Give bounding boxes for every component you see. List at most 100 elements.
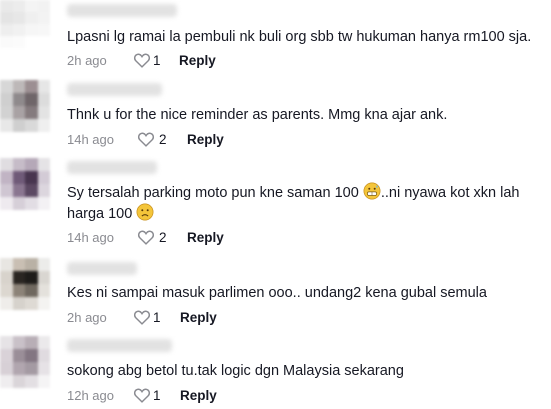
avatar-pixel [0, 171, 13, 184]
comment-text: sokong abg betol tu.tak logic dgn Malays… [67, 363, 404, 379]
avatar-pixel [37, 184, 50, 197]
reply-button[interactable]: Reply [187, 230, 224, 245]
avatar[interactable] [0, 0, 50, 48]
comment-time: 2h ago [67, 310, 107, 325]
avatar-pixel [0, 375, 13, 388]
avatar-pixel [37, 36, 50, 48]
username-blurred[interactable] [67, 161, 157, 174]
comment-time: 14h ago [67, 230, 114, 245]
avatar-pixel [12, 284, 25, 297]
username-blurred[interactable] [67, 83, 162, 96]
avatar-pixel [0, 93, 13, 106]
avatar-pixel [12, 24, 25, 36]
avatar-pixel [0, 258, 13, 271]
avatar-pixel [37, 171, 50, 184]
avatar-pixel [37, 375, 50, 388]
heart-icon[interactable] [137, 131, 155, 147]
avatar-pixel [25, 119, 38, 132]
avatar-pixel [25, 184, 38, 197]
avatar-pixel [0, 80, 13, 93]
avatar-pixel [25, 349, 38, 362]
avatar-pixel [37, 119, 50, 132]
reply-button[interactable]: Reply [187, 132, 224, 147]
avatar-pixel [12, 93, 25, 106]
avatar-pixel [0, 197, 13, 210]
avatar-pixel [37, 349, 50, 362]
avatar-pixel [25, 258, 38, 271]
comment-text: Kes ni sampai masuk parlimen ooo.. undan… [67, 285, 487, 301]
avatar-pixel [25, 362, 38, 375]
avatar-pixel [0, 12, 13, 24]
comment-text: Sy tersalah parking moto pun kne saman 1… [67, 182, 543, 224]
avatar-pixel [37, 271, 50, 284]
avatar-pixel [25, 271, 38, 284]
avatar-pixel [25, 12, 38, 24]
username-blurred[interactable] [67, 339, 172, 352]
comment-text: Thnk u for the nice reminder as parents.… [67, 107, 448, 123]
avatar-pixel [0, 24, 13, 36]
avatar-pixel [12, 80, 25, 93]
avatar-pixel [12, 184, 25, 197]
avatar-pixel [12, 119, 25, 132]
avatar-pixel [12, 171, 25, 184]
avatar-pixel [25, 93, 38, 106]
avatar-pixel [37, 106, 50, 119]
avatar-pixel [0, 349, 13, 362]
avatar-pixel [25, 171, 38, 184]
avatar-pixel [12, 36, 25, 48]
avatar-pixel [25, 24, 38, 36]
avatar-pixel [0, 297, 13, 310]
avatar-pixel [37, 336, 50, 349]
like-count: 1 [153, 388, 161, 403]
avatar-pixel [25, 284, 38, 297]
avatar-pixel [0, 271, 13, 284]
avatar-pixel [0, 158, 13, 171]
avatar-pixel [25, 297, 38, 310]
avatar-pixel [0, 284, 13, 297]
avatar-pixel [25, 0, 38, 12]
avatar-pixel [37, 258, 50, 271]
avatar-pixel [37, 197, 50, 210]
avatar-pixel [37, 93, 50, 106]
avatar[interactable] [0, 80, 50, 132]
avatar-pixel [25, 106, 38, 119]
avatar-pixel [25, 197, 38, 210]
heart-icon[interactable] [133, 387, 151, 403]
comment-text-part: Sy tersalah parking moto pun kne saman 1… [67, 185, 363, 201]
avatar-pixel [12, 106, 25, 119]
heart-icon[interactable] [133, 52, 151, 68]
avatar-pixel [12, 258, 25, 271]
reply-button[interactable]: Reply [180, 310, 217, 325]
avatar-pixel [37, 0, 50, 12]
avatar-pixel [0, 106, 13, 119]
avatar[interactable] [0, 258, 50, 310]
avatar-pixel [25, 375, 38, 388]
avatar[interactable] [0, 158, 50, 210]
avatar-pixel [25, 336, 38, 349]
heart-icon[interactable] [137, 229, 155, 245]
avatar-pixel [12, 271, 25, 284]
avatar-pixel [37, 158, 50, 171]
username-blurred[interactable] [67, 262, 137, 275]
avatar-pixel [0, 119, 13, 132]
avatar-pixel [0, 336, 13, 349]
avatar-pixel [0, 0, 13, 12]
heart-icon[interactable] [133, 309, 151, 325]
avatar[interactable] [0, 336, 50, 388]
frowning-emoji [136, 203, 154, 221]
avatar-pixel [25, 80, 38, 93]
reply-button[interactable]: Reply [180, 388, 217, 403]
avatar-pixel [25, 158, 38, 171]
like-count: 1 [153, 310, 161, 325]
avatar-pixel [37, 362, 50, 375]
comment-time: 2h ago [67, 53, 107, 68]
avatar-pixel [12, 12, 25, 24]
like-count: 2 [159, 132, 167, 147]
like-count: 1 [153, 53, 161, 68]
reply-button[interactable]: Reply [179, 53, 216, 68]
avatar-pixel [12, 158, 25, 171]
avatar-pixel [12, 0, 25, 12]
like-count: 2 [159, 230, 167, 245]
avatar-pixel [0, 362, 13, 375]
username-blurred[interactable] [67, 4, 177, 17]
